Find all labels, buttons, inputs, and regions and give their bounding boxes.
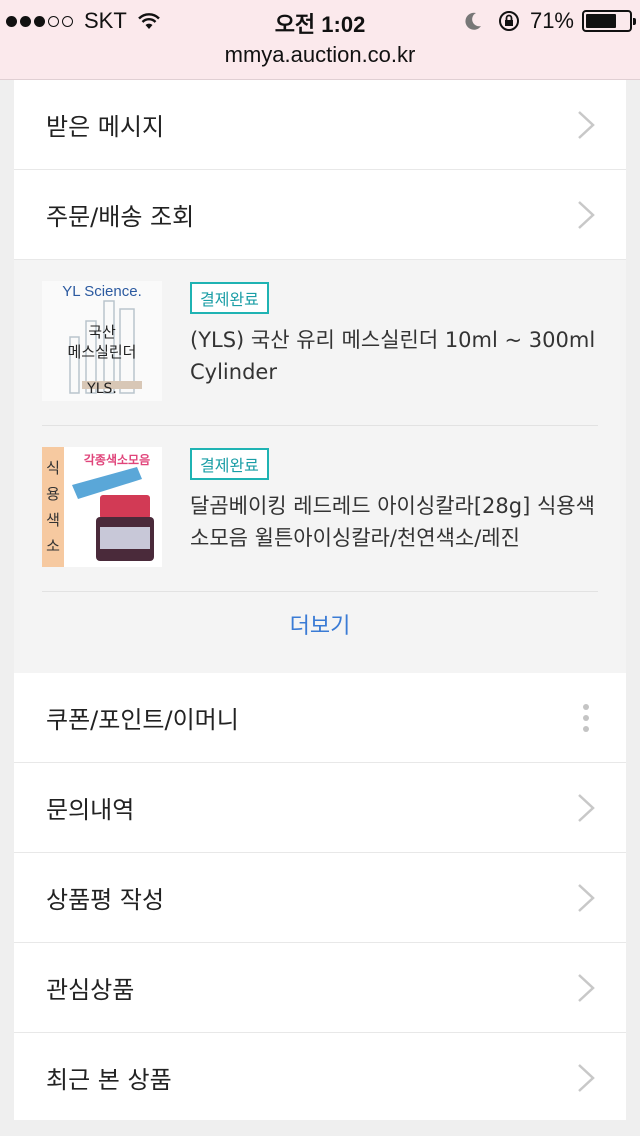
- menu-item-inquiries[interactable]: 문의내역: [14, 763, 626, 853]
- url-text: mmya.auction.co.kr: [224, 42, 416, 67]
- menu-item-label: 받은 메시지: [46, 113, 165, 141]
- menu-item-recently-viewed[interactable]: 최근 본 상품: [14, 1033, 626, 1123]
- status-bar: SKT 오전 1:02 71%: [0, 0, 640, 40]
- menu-item-label: 상품평 작성: [46, 886, 165, 914]
- thumbnail-banner: 각종색소모음: [83, 453, 151, 467]
- chevron-right-icon: [578, 794, 595, 822]
- order-product-title[interactable]: 달곰베이킹 레드레드 아이싱칼라[28g] 식용색소모음 윌튼아이싱칼라/천연색…: [190, 490, 600, 554]
- menu-item-label: 주문/배송 조회: [46, 203, 195, 231]
- menu-item-wishlist[interactable]: 관심상품: [14, 943, 626, 1033]
- chevron-right-icon: [578, 1064, 595, 1092]
- more-vertical-icon[interactable]: [582, 703, 590, 733]
- menu-item-label: 문의내역: [46, 796, 135, 824]
- menu-item-received-messages[interactable]: 받은 메시지: [14, 80, 626, 170]
- more-orders-link[interactable]: 더보기: [14, 608, 626, 640]
- battery-icon: [582, 10, 636, 32]
- chevron-right-icon: [578, 201, 595, 229]
- chevron-right-icon: [578, 974, 595, 1002]
- menu-item-label: 최근 본 상품: [46, 1066, 172, 1094]
- thumbnail-brand-text: YL Science.: [62, 283, 142, 300]
- menu-item-write-review[interactable]: 상품평 작성: [14, 853, 626, 943]
- menu-item-label: 쿠폰/포인트/이머니: [46, 706, 239, 734]
- menu-item-order-tracking[interactable]: 주문/배송 조회: [14, 170, 626, 260]
- battery-percent: 71%: [529, 8, 574, 33]
- recent-orders: YL Science. 국산 메스실린더 YLS. 결제완료 (YLS) 국산 …: [14, 260, 626, 673]
- order-product-title[interactable]: (YLS) 국산 유리 메스실린더 10ml ~ 300ml Cylinder: [190, 324, 600, 388]
- chevron-right-icon: [578, 111, 595, 139]
- my-page-menu: 받은 메시지 주문/배송 조회 YL Science. 국산 메스실린더 YLS…: [14, 80, 626, 1136]
- order-item[interactable]: YL Science. 국산 메스실린더 YLS. 결제완료 (YLS) 국산 …: [42, 260, 598, 426]
- menu-item-label: 관심상품: [46, 976, 135, 1004]
- address-bar[interactable]: mmya.auction.co.kr: [0, 40, 640, 80]
- thumbnail-text: 국산: [88, 323, 116, 341]
- product-thumbnail: YL Science. 국산 메스실린더 YLS.: [42, 281, 162, 401]
- order-item[interactable]: 식용색소 각종색소모음 결제완료 달곰베이킹 레드레드 아이싱칼라[28g] 식…: [42, 426, 598, 592]
- product-thumbnail: 식용색소 각종색소모음: [42, 447, 162, 567]
- menu-item-coupon-point-emoney[interactable]: 쿠폰/포인트/이머니: [14, 673, 626, 763]
- page-bottom-gap: [14, 1120, 626, 1136]
- thumbnail-text: 메스실린더: [67, 343, 137, 361]
- thumbnail-side-label: 식용색소: [46, 459, 60, 555]
- order-status-badge: 결제완료: [190, 282, 269, 314]
- thumbnail-text: YLS.: [87, 381, 117, 397]
- rotation-lock-icon: [498, 11, 519, 31]
- do-not-disturb-icon: [465, 12, 481, 30]
- chevron-right-icon: [578, 884, 595, 912]
- order-status-badge: 결제완료: [190, 448, 269, 480]
